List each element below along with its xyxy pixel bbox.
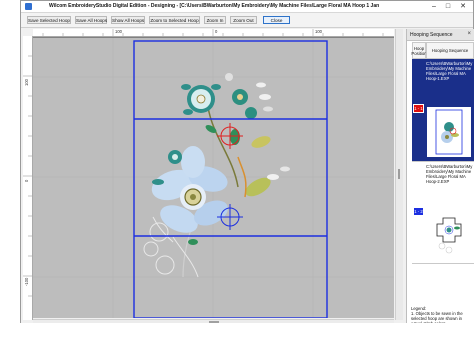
hoop-thumbnail [427, 107, 471, 157]
minimize-button[interactable]: – [429, 2, 439, 11]
sequence-row-2[interactable]: 1 - 2 C:\Users\BWarburton\My Embroidery\… [412, 162, 474, 264]
hoop-file-path: C:\Users\BWarburton\My Embroidery\My Mac… [426, 164, 473, 184]
ruler-label: 0 [24, 179, 29, 182]
window-title: Wilcom EmbroideryStudio Digital Edition … [49, 3, 379, 9]
zoom-to-selected-hoop-button[interactable]: Zoom to Selected Hoop [149, 16, 200, 24]
hoop-position-badge: 1 - 2 [413, 207, 424, 216]
app-icon [25, 3, 32, 10]
save-all-hoops-button[interactable]: Save All Hoops [75, 16, 107, 24]
hoop-toolbar: Save Selected Hoop Save All Hoops Show A… [21, 13, 473, 28]
status-area [0, 323, 474, 339]
zoom-in-button[interactable]: Zoom In [204, 16, 226, 24]
hoop-position-badge: 1 - 1 [413, 104, 424, 113]
hoop-file-path: C:\Users\BWarburton\My Embroidery\My Mac… [426, 61, 473, 81]
save-selected-hoop-button[interactable]: Save Selected Hoop [27, 16, 71, 24]
vertical-ruler: 100 0 -100 [23, 36, 33, 320]
panel-header: Hooping Sequence × [407, 29, 474, 41]
hoop-thumbnail [427, 208, 471, 258]
ruler-label: 0 [215, 29, 218, 34]
hooping-sequence-panel: Hooping Sequence × Hoop Position Hooping… [406, 29, 474, 326]
embroidery-design [143, 73, 290, 278]
column-header-position[interactable]: Hoop Position [411, 42, 427, 59]
close-icon[interactable]: × [467, 31, 471, 37]
ruler-label: 100 [315, 29, 322, 34]
ruler-label: -100 [24, 277, 29, 286]
scroll-thumb[interactable] [398, 169, 400, 179]
ruler-label: 100 [24, 79, 29, 86]
maximize-button[interactable]: □ [443, 2, 453, 11]
horizontal-ruler: 100 0 100 [33, 29, 394, 37]
ruler-label: 100 [115, 29, 122, 34]
show-all-hoops-button[interactable]: Show All Hoops [111, 16, 145, 24]
design-canvas[interactable] [33, 37, 394, 318]
main-window: Wilcom EmbroideryStudio Digital Edition … [20, 0, 474, 326]
column-header-sequence[interactable]: Hooping Sequence [426, 42, 474, 59]
panel-title: Hooping Sequence [410, 32, 453, 38]
zoom-out-button[interactable]: Zoom Out [230, 16, 257, 24]
title-bar: Wilcom EmbroideryStudio Digital Edition … [21, 1, 473, 13]
close-button[interactable]: Close [263, 16, 290, 24]
vertical-scrollbar[interactable] [395, 29, 403, 320]
sequence-row-1[interactable]: 1 - 1 C:\Users\BWarburton\My Embroidery\… [412, 59, 474, 162]
close-window-button[interactable]: ✕ [458, 2, 468, 11]
